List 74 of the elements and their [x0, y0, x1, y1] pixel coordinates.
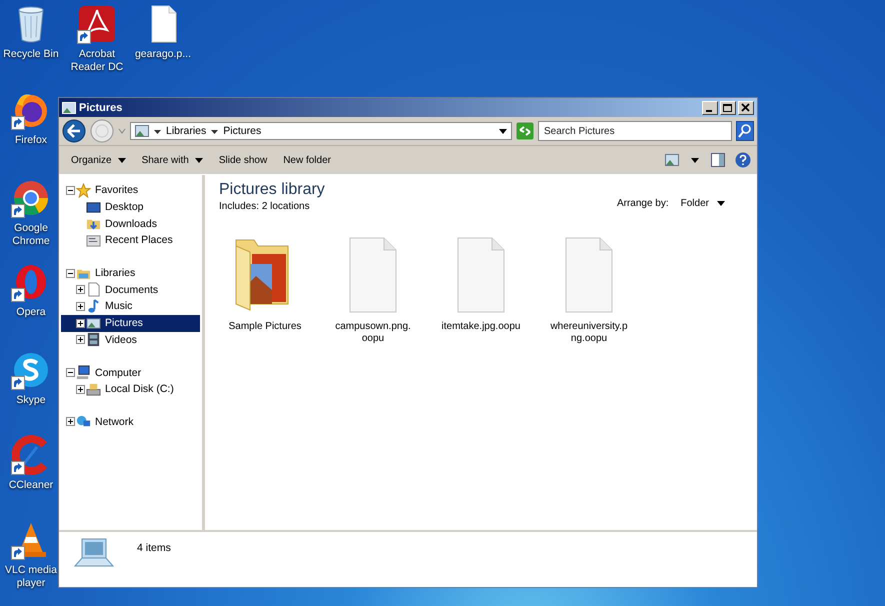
library-title: Pictures library [219, 181, 325, 199]
caret-icon[interactable] [211, 128, 218, 134]
arrange-label: Arrange by: [616, 198, 669, 209]
breadcrumb-item[interactable]: Pictures [223, 125, 262, 137]
desktop-icon-label[interactable]: Google Chrome [0, 222, 62, 248]
preview-pane-icon[interactable] [711, 153, 725, 167]
toolbar-button[interactable]: New folder [277, 152, 337, 168]
nav-tree-item[interactable]: Downloads [61, 215, 200, 232]
locations-link[interactable]: 2 locations [262, 201, 310, 212]
expand-icon[interactable] [66, 417, 75, 426]
view-icon[interactable] [665, 154, 679, 166]
desktop-icon-label[interactable]: Firefox [14, 134, 48, 147]
arrange-dropdown[interactable]: Folder [678, 196, 727, 211]
collapse-icon[interactable] [66, 268, 75, 278]
music-note-icon [86, 298, 101, 314]
maximize-button[interactable] [720, 100, 736, 114]
file-name[interactable]: itemtake.jpg.oopu [441, 321, 521, 333]
picture-icon [62, 102, 76, 114]
desktop-icon-label[interactable]: gearago.p... [134, 48, 192, 61]
window-title: Pictures [79, 102, 124, 114]
desktop-icon-label[interactable]: Skype [16, 394, 46, 407]
includes-label: Includes: [219, 201, 260, 212]
file-name[interactable]: Sample Pictures [225, 321, 305, 333]
desktop-icon-label[interactable]: VLC media player [0, 564, 62, 590]
nav-tree-item[interactable]: Favorites [61, 182, 200, 199]
nav-tree-item[interactable]: Pictures [61, 314, 200, 332]
document-icon [86, 282, 101, 298]
nav-tree-item[interactable]: Desktop [61, 198, 200, 216]
toolbar-button[interactable]: Organize [65, 152, 132, 168]
desktop-icon-label[interactable]: Opera [16, 306, 46, 319]
star-icon [76, 182, 91, 198]
search-field[interactable]: Search Pictures [538, 121, 732, 141]
nav-tree-item[interactable]: Local Disk (C:) [61, 380, 200, 398]
file-name[interactable]: campusown.png.oopu [333, 321, 413, 345]
expand-icon[interactable] [76, 302, 85, 311]
nav-tree-item[interactable]: Documents [61, 281, 200, 298]
recent-places-icon [86, 232, 101, 248]
desktop-icon-label[interactable]: Recycle Bin [3, 48, 59, 61]
collapse-icon[interactable] [66, 368, 75, 378]
expand-icon[interactable] [76, 285, 85, 294]
collapse-icon[interactable] [66, 186, 75, 195]
nav-tree-item[interactable]: Music [61, 298, 200, 315]
item-count: 4 items [137, 542, 171, 554]
desktop-icon-label[interactable]: Acrobat Reader DC [66, 48, 128, 74]
nav-tree-item[interactable]: Computer [61, 364, 200, 381]
nav-tree-item[interactable]: Recent Places [61, 232, 200, 249]
desktop-icon-label[interactable]: CCleaner [8, 479, 54, 492]
expand-icon[interactable] [76, 318, 85, 328]
minimize-button[interactable] [702, 100, 718, 114]
address-bar[interactable]: Libraries Pictures [130, 122, 512, 140]
nav-tree-item[interactable]: Videos [61, 332, 200, 348]
toolbar-button[interactable]: Slide show [212, 152, 274, 168]
back-button[interactable] [62, 119, 86, 143]
nav-tree-item[interactable]: Libraries [61, 264, 200, 282]
picture-icon [135, 125, 149, 137]
video-icon [86, 332, 101, 348]
disk-drive-icon [86, 382, 101, 397]
caret-icon[interactable] [691, 158, 699, 162]
desktop-icon [86, 200, 101, 215]
nav-tree-item[interactable]: Network [61, 414, 200, 430]
expand-icon[interactable] [76, 384, 85, 394]
refresh-button[interactable] [516, 122, 534, 140]
expand-icon[interactable] [76, 335, 85, 344]
search-button[interactable] [736, 121, 754, 141]
caret-icon[interactable] [499, 128, 507, 134]
help-icon[interactable] [735, 152, 751, 168]
close-button[interactable] [738, 100, 754, 114]
breadcrumb-item[interactable]: Libraries [166, 125, 206, 137]
picture-icon [86, 316, 101, 331]
caret-icon[interactable] [154, 128, 161, 134]
caret-icon [717, 201, 725, 206]
computer-icon [76, 365, 91, 380]
toolbar-button[interactable]: Share with [136, 152, 209, 168]
file-name[interactable]: whereuniversity.png.oopu [549, 321, 629, 345]
